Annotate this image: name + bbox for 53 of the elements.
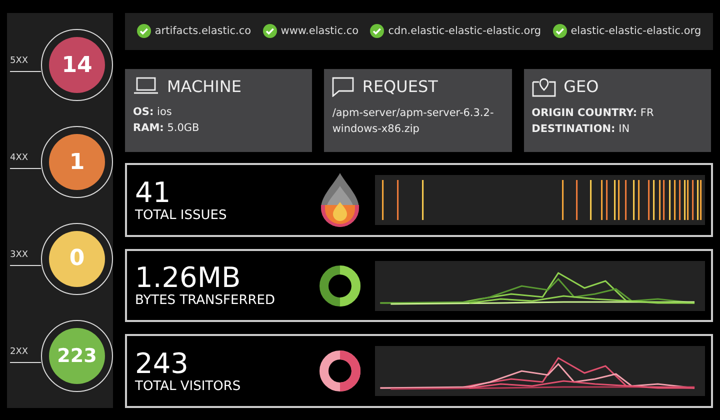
event-mark: [679, 180, 681, 220]
event-mark: [562, 180, 564, 220]
flame-icon: [320, 172, 360, 228]
event-mark: [659, 180, 661, 220]
event-mark: [669, 180, 671, 220]
status-count: 0: [49, 230, 105, 287]
event-mark: [618, 180, 620, 220]
card-text: OS: ios: [133, 104, 173, 120]
laptop-icon: [133, 77, 159, 96]
metric-value: 243: [135, 348, 190, 379]
host-name: artifacts.elastic.co: [154, 25, 252, 38]
card-text: /apm-server/apm-server-6.3.2-windows-x86.zip: [332, 106, 495, 137]
event-mark: [397, 180, 399, 220]
card-text: ORIGIN COUNTRY: FR: [532, 106, 655, 121]
event-mark: [653, 180, 655, 220]
status-label: 4XX: [10, 153, 28, 164]
donut-icon: [318, 349, 362, 394]
event-mark: [590, 180, 592, 220]
event-mark: [648, 180, 650, 220]
event-mark: [576, 180, 578, 220]
status-label: 3XX: [10, 250, 28, 260]
metric-value: 1.26MB: [135, 263, 241, 294]
status-label: 2XX: [10, 346, 28, 357]
card-title: GEO: [564, 77, 599, 96]
event-mark: [633, 180, 635, 220]
metric-label: TOTAL ISSUES: [135, 208, 228, 223]
host-name: cdn.elastic-elastic-elastic.org: [388, 25, 542, 38]
status-count: 223: [49, 328, 105, 384]
speech-bubble-icon: [332, 76, 354, 97]
card-title: REQUEST: [362, 77, 438, 96]
host-name: www.elastic.co: [280, 25, 359, 38]
metric-label: BYTES TRANSFERRED: [135, 293, 276, 308]
metric-label: TOTAL VISITORS: [135, 378, 242, 394]
event-mark: [638, 180, 640, 220]
event-mark: [625, 180, 627, 220]
card-title: MACHINE: [167, 76, 242, 96]
event-mark: [601, 180, 603, 220]
event-mark: [606, 180, 608, 220]
card-text: RAM: 5.0GB: [133, 120, 200, 136]
event-mark: [422, 180, 424, 220]
event-mark: [663, 180, 665, 220]
donut-icon: [318, 264, 362, 308]
metric-value: 41: [135, 178, 172, 208]
event-mark: [674, 180, 676, 220]
status-count: 14: [49, 37, 105, 94]
host-name: elastic-elastic-elastic.org: [570, 25, 702, 38]
event-mark: [382, 180, 384, 220]
event-mark: [614, 180, 616, 220]
event-mark: [692, 180, 694, 220]
status-count: 1: [49, 134, 105, 190]
status-label: 5XX: [10, 56, 28, 66]
card-text: DESTINATION: IN: [532, 122, 631, 137]
map-pin-icon: [532, 76, 556, 97]
